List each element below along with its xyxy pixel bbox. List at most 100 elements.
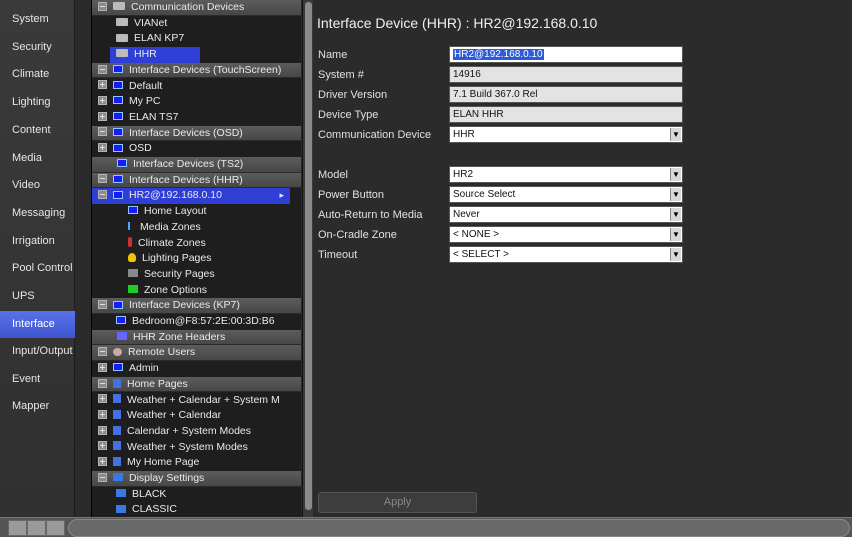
expand-icon[interactable]: [98, 95, 107, 105]
tree-item-vianet[interactable]: VIANet: [92, 16, 167, 32]
tree-item-media-zones[interactable]: Media Zones: [92, 220, 201, 236]
collapse-icon[interactable]: [98, 347, 107, 357]
nav-item-messaging[interactable]: Messaging: [0, 200, 75, 227]
tree-item-label: HR2@192.168.0.10: [129, 189, 222, 202]
model-select[interactable]: HR2 ▼: [449, 166, 683, 183]
tree-item-label: VIANet: [134, 16, 168, 29]
tree-item-home-pages[interactable]: Home Pages: [92, 376, 301, 393]
tree-item-interface-devices-hhr[interactable]: Interface Devices (HHR): [92, 172, 301, 189]
tree-item-default[interactable]: Default: [92, 79, 162, 95]
status-box-3[interactable]: [46, 520, 65, 536]
collapse-icon[interactable]: [98, 127, 107, 137]
tree-item-hr2-192-168-0-10[interactable]: HR2@192.168.0.10 ▸: [92, 188, 290, 205]
nav-item-system[interactable]: System: [0, 6, 75, 33]
tree-item-my-home-page[interactable]: My Home Page: [92, 455, 199, 471]
expand-icon[interactable]: [98, 362, 107, 372]
tree-item-weather-calendar-system-m[interactable]: Weather + Calendar + System M: [92, 393, 280, 409]
tree-item-climate-zones[interactable]: Climate Zones: [92, 236, 206, 252]
nav-item-security[interactable]: Security: [0, 34, 75, 61]
tree-item-remote-users[interactable]: Remote Users: [92, 345, 301, 362]
status-box-2[interactable]: [27, 520, 46, 536]
screen-icon: [113, 96, 123, 105]
expand-icon[interactable]: [98, 111, 107, 121]
chevron-down-icon[interactable]: ▼: [670, 208, 681, 221]
communication-device-select[interactable]: HHR ▼: [449, 126, 683, 143]
screen-icon: [113, 127, 123, 136]
tree-item-communication-devices[interactable]: Communication Devices: [92, 0, 301, 16]
status-box-1[interactable]: [8, 520, 27, 536]
nav-item-content[interactable]: Content: [0, 117, 75, 144]
expand-icon[interactable]: [98, 425, 107, 435]
nav-item-irrigation[interactable]: Irrigation: [0, 228, 75, 255]
tree-item-label: BLACK: [132, 487, 167, 500]
nav-item-video[interactable]: Video: [0, 172, 75, 199]
tree-item-weather-calendar[interactable]: Weather + Calendar: [92, 408, 221, 424]
screen-icon: [113, 112, 123, 121]
collapse-icon[interactable]: [98, 378, 107, 388]
tree-item-black[interactable]: BLACK: [92, 487, 166, 503]
tree-item-elan-ts7[interactable]: ELAN TS7: [92, 110, 178, 126]
tree-item-label: Lighting Pages: [142, 252, 212, 265]
collapse-icon[interactable]: [98, 174, 107, 184]
tree-item-classic[interactable]: CLASSIC: [92, 502, 177, 517]
nav-item-ups[interactable]: UPS: [0, 283, 75, 310]
tree-item-admin[interactable]: Admin: [92, 361, 159, 377]
chevron-down-icon[interactable]: ▼: [670, 248, 681, 261]
expand-icon[interactable]: [98, 457, 107, 467]
collapse-icon[interactable]: [98, 300, 107, 310]
chevron-down-icon[interactable]: ▼: [670, 228, 681, 241]
nav-item-event-mapper[interactable]: Event Mapper: [0, 366, 75, 412]
tree-scrollbar[interactable]: [302, 0, 313, 517]
tree-item-calendar-system-modes[interactable]: Calendar + System Modes: [92, 424, 251, 440]
tree-item-elan-kp7[interactable]: ELAN KP7: [92, 31, 184, 47]
chevron-down-icon[interactable]: ▼: [670, 128, 681, 141]
tree-item-home-layout[interactable]: Home Layout: [92, 204, 206, 220]
screen-icon: [113, 174, 123, 183]
nav-item-media[interactable]: Media: [0, 145, 75, 172]
tree-item-security-pages[interactable]: Security Pages: [92, 267, 215, 283]
tree-item-interface-devices-touchscreen[interactable]: Interface Devices (TouchScreen): [92, 62, 301, 79]
tree-scrollbar-thumb[interactable]: [305, 2, 312, 510]
expand-icon[interactable]: [98, 409, 107, 419]
nav-item-input-output[interactable]: Input/Output: [0, 338, 75, 365]
horizontal-scrollbar[interactable]: [68, 519, 850, 537]
tree-item-lighting-pages[interactable]: Lighting Pages: [92, 251, 211, 267]
tree-item-my-pc[interactable]: My PC: [92, 94, 161, 110]
expand-arrow-icon[interactable]: ▸: [279, 188, 284, 203]
expand-icon[interactable]: [98, 441, 107, 451]
nav-item-pool-control[interactable]: Pool Control: [0, 255, 75, 282]
nav-item-lighting[interactable]: Lighting: [0, 89, 75, 116]
expand-icon[interactable]: [98, 394, 107, 404]
collapse-icon[interactable]: [98, 64, 107, 74]
screen-icon: [113, 80, 123, 89]
on-cradle-zone-select[interactable]: < NONE > ▼: [449, 226, 683, 243]
nav-item-interface[interactable]: Interface: [0, 310, 75, 338]
tree-item-osd[interactable]: OSD: [92, 141, 152, 157]
tree-item-interface-devices-ts2[interactable]: Interface Devices (TS2): [92, 157, 301, 173]
device-icon: [116, 33, 128, 42]
chevron-down-icon[interactable]: ▼: [670, 188, 681, 201]
tree-item-hhr[interactable]: HHR: [110, 47, 200, 63]
tree-item-zone-options[interactable]: Zone Options: [92, 283, 207, 299]
tree-item-label: HHR: [134, 48, 157, 61]
label-timeout: Timeout: [318, 249, 358, 261]
page-icon: [113, 378, 121, 388]
tree-item-interface-devices-kp7[interactable]: Interface Devices (KP7): [92, 298, 301, 314]
collapse-icon[interactable]: [98, 190, 107, 200]
tree-item-weather-system-modes[interactable]: Weather + System Modes: [92, 440, 248, 456]
apply-button[interactable]: Apply: [318, 492, 477, 513]
nav-item-climate[interactable]: Climate: [0, 61, 75, 88]
power-button-select[interactable]: Source Select ▼: [449, 186, 683, 203]
tree-item-bedroom-f8-57-2e-00-3d-b6[interactable]: Bedroom@F8:57:2E:00:3D:B6: [92, 314, 275, 330]
collapse-icon[interactable]: [98, 1, 107, 11]
expand-icon[interactable]: [98, 143, 107, 153]
tree-item-interface-devices-osd[interactable]: Interface Devices (OSD): [92, 125, 301, 142]
expand-icon[interactable]: [98, 80, 107, 90]
tree-item-display-settings[interactable]: Display Settings: [92, 471, 301, 487]
chevron-down-icon[interactable]: ▼: [670, 168, 681, 181]
collapse-icon[interactable]: [98, 472, 107, 482]
auto-return-to-media-select[interactable]: Never ▼: [449, 206, 683, 223]
timeout-select[interactable]: < SELECT > ▼: [449, 246, 683, 263]
name-field[interactable]: HR2@192.168.0.10: [449, 46, 683, 63]
tree-item-hhr-zone-headers[interactable]: HHR Zone Headers: [92, 329, 301, 346]
